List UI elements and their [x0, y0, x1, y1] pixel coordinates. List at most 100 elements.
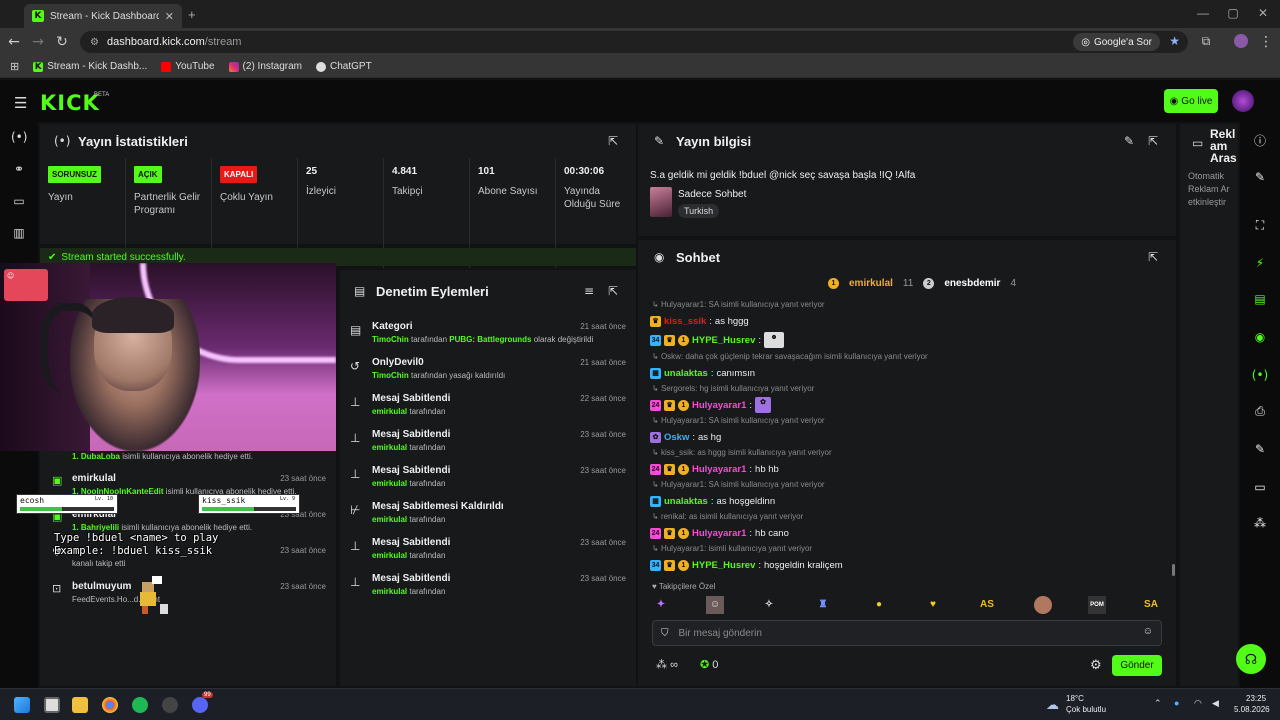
edit-icon[interactable]: ✎: [1250, 170, 1270, 190]
chat-username[interactable]: Hulyayarar1: [692, 528, 746, 539]
emote-icon[interactable]: POM: [1088, 596, 1106, 614]
close-window-icon[interactable]: ✕: [1248, 6, 1278, 20]
popout-icon[interactable]: ⇱: [608, 134, 618, 148]
browser-menu-icon[interactable]: ⋮: [1256, 34, 1276, 50]
window-icon[interactable]: ▭: [1250, 480, 1270, 500]
new-tab-icon[interactable]: +: [188, 7, 196, 22]
chat-message[interactable]: ↳ Oskw: daha çok güçlenip tekrar savaşac…: [650, 352, 1166, 384]
chat-message[interactable]: ↳ renikal: as isimli kullanıcıya yanıt v…: [650, 512, 1166, 544]
emote-icon[interactable]: ✦: [652, 596, 670, 614]
discord-icon[interactable]: [192, 697, 208, 713]
tray-chevron-icon[interactable]: ⌃: [1154, 698, 1162, 709]
chat-username[interactable]: Hulyayarar1: [692, 400, 746, 411]
top-gifter-name[interactable]: enesbdemir: [944, 278, 1000, 289]
emoji-icon[interactable]: ☺: [1143, 626, 1153, 637]
document-icon[interactable]: ▤: [1250, 292, 1270, 312]
chat-username[interactable]: HYPE_Husrev: [692, 560, 755, 571]
file-explorer-icon[interactable]: [72, 697, 88, 713]
mic-icon[interactable]: ●: [1174, 698, 1179, 708]
chrome-icon[interactable]: [102, 697, 118, 713]
reply-context: ↳ Hulyayarar1: isimli kullanıcıya yanıt …: [652, 544, 813, 553]
site-info-icon[interactable]: ⚙: [90, 37, 99, 48]
analytics-nav-icon[interactable]: ▥: [11, 226, 27, 242]
chat-message[interactable]: ↳ Hulyayarar1: isimli kullanıcıya yanıt …: [650, 544, 1166, 576]
wifi-icon[interactable]: ◠: [1194, 698, 1202, 709]
feed-user: 1. Bahriyelili: [72, 523, 120, 532]
go-live-button[interactable]: ◉ Go live: [1164, 89, 1218, 113]
spotify-icon[interactable]: [132, 697, 148, 713]
google-sor-button[interactable]: ◎ Google'a Sor: [1073, 33, 1160, 51]
bookmark-chatgpt[interactable]: ChatGPT: [316, 61, 372, 72]
reload-icon[interactable]: ↻: [52, 34, 72, 50]
volume-icon[interactable]: ◀: [1212, 698, 1219, 709]
user-avatar[interactable]: [1232, 90, 1254, 112]
chat-username[interactable]: kiss_ssik: [664, 316, 706, 327]
chat-message[interactable]: ↳ Hulyayarar1: SA isimli kullanıcıya yan…: [650, 416, 1166, 448]
clock-time[interactable]: 23:25: [1246, 694, 1266, 703]
apps-grid-icon[interactable]: ⊞: [10, 60, 19, 73]
emote-icon[interactable]: ♥: [924, 596, 942, 614]
top-gifter-name[interactable]: emirkulal: [849, 278, 893, 289]
url-input[interactable]: ⚙ dashboard.kick.com/stream ◎ Google'a S…: [80, 31, 1188, 53]
filter-icon[interactable]: ≡: [584, 284, 594, 298]
popout-icon[interactable]: ⇱: [608, 284, 618, 298]
kick-logo[interactable]: KICK: [40, 91, 100, 115]
stream-nav-icon[interactable]: (•): [11, 130, 27, 146]
broadcast-icon[interactable]: (•): [1250, 368, 1270, 388]
close-tab-icon[interactable]: ✕: [165, 10, 174, 23]
chat-username[interactable]: unalaktas: [664, 496, 708, 507]
printer-icon[interactable]: ⎙: [1250, 404, 1270, 424]
emote-icon[interactable]: ✧: [760, 596, 778, 614]
kick-coin[interactable]: ✪ 0: [700, 658, 718, 671]
chat-message[interactable]: 34 ♛ 1 HYPE_Husrev: ☻: [650, 332, 1166, 352]
chat-username[interactable]: unalaktas: [664, 368, 708, 379]
emote-icon[interactable]: SA: [1142, 596, 1160, 614]
send-button[interactable]: Gönder: [1112, 655, 1162, 676]
emote-icon[interactable]: ♜: [814, 596, 832, 614]
popout-icon[interactable]: ⇱: [1148, 134, 1158, 148]
chat-username[interactable]: Hulyayarar1: [692, 464, 746, 475]
emote-icon[interactable]: AS: [978, 596, 996, 614]
chat-scrollbar[interactable]: [1172, 564, 1175, 576]
chat-message[interactable]: ↳ kiss_ssik: as hggg isimli kullanıcıya …: [650, 448, 1166, 480]
info-icon[interactable]: ⓘ: [1250, 132, 1270, 152]
chat-bubble-icon[interactable]: ◉: [1250, 330, 1270, 350]
browser-tab-bar: K Stream - Kick Dashboard ✕ + — ▢ ✕: [0, 0, 1280, 28]
back-icon[interactable]: ←: [4, 34, 24, 50]
lightning-icon[interactable]: ⚡: [1250, 256, 1270, 276]
link-nav-icon[interactable]: ⚭: [11, 162, 27, 178]
minimize-icon[interactable]: —: [1188, 6, 1218, 20]
window-nav-icon[interactable]: ▭: [11, 194, 27, 210]
clock-date[interactable]: 5.08.2026: [1234, 705, 1270, 714]
bookmark-youtube[interactable]: YouTube: [161, 61, 215, 72]
profile-avatar[interactable]: [1234, 34, 1248, 48]
popout-icon[interactable]: ⇱: [1148, 250, 1158, 264]
forward-icon[interactable]: →: [28, 34, 48, 50]
fullscreen-icon[interactable]: ⛶: [1250, 218, 1270, 238]
emote-icon[interactable]: ☺: [706, 596, 724, 614]
chat-settings-icon[interactable]: ⚙: [1090, 657, 1102, 673]
points-icon[interactable]: ⁂ ∞: [656, 658, 678, 671]
chat-message[interactable]: ↳ Hulyayarar1: SA isimli kullanıcıya yan…: [650, 480, 1166, 512]
app-icon[interactable]: [162, 697, 178, 713]
edit-icon[interactable]: ✎: [1124, 134, 1134, 148]
chat-message-input[interactable]: ⛉ Bir mesaj gönderin ☺: [652, 620, 1162, 646]
emote-icon[interactable]: [1034, 596, 1052, 614]
bookmark-kick[interactable]: K Stream - Kick Dashb...: [33, 61, 147, 72]
maximize-icon[interactable]: ▢: [1218, 6, 1248, 20]
help-headset-icon[interactable]: ☊: [1236, 644, 1266, 674]
community-icon[interactable]: ⁂: [1250, 516, 1270, 536]
chat-username[interactable]: Oskw: [664, 432, 689, 443]
windows-start-icon[interactable]: [14, 697, 30, 713]
chat-message[interactable]: ↳ Sergorels: hg isimli kullanıcıya yanıt…: [650, 384, 1166, 416]
task-view-icon[interactable]: [44, 697, 60, 713]
browser-tab[interactable]: K Stream - Kick Dashboard ✕: [24, 4, 182, 28]
emote-icon[interactable]: ●: [870, 596, 888, 614]
bookmark-star-icon[interactable]: ★: [1169, 34, 1180, 48]
hamburger-menu-icon[interactable]: ☰: [14, 94, 27, 112]
chat-message[interactable]: ↳ Hulyayarar1: SA isimli kullanıcıya yan…: [650, 300, 1166, 332]
chat-username[interactable]: HYPE_Husrev: [692, 335, 755, 346]
wrench-icon[interactable]: ✎: [1250, 442, 1270, 462]
bookmark-instagram[interactable]: (2) Instagram: [228, 61, 302, 72]
extensions-icon[interactable]: ⧉: [1196, 34, 1216, 49]
